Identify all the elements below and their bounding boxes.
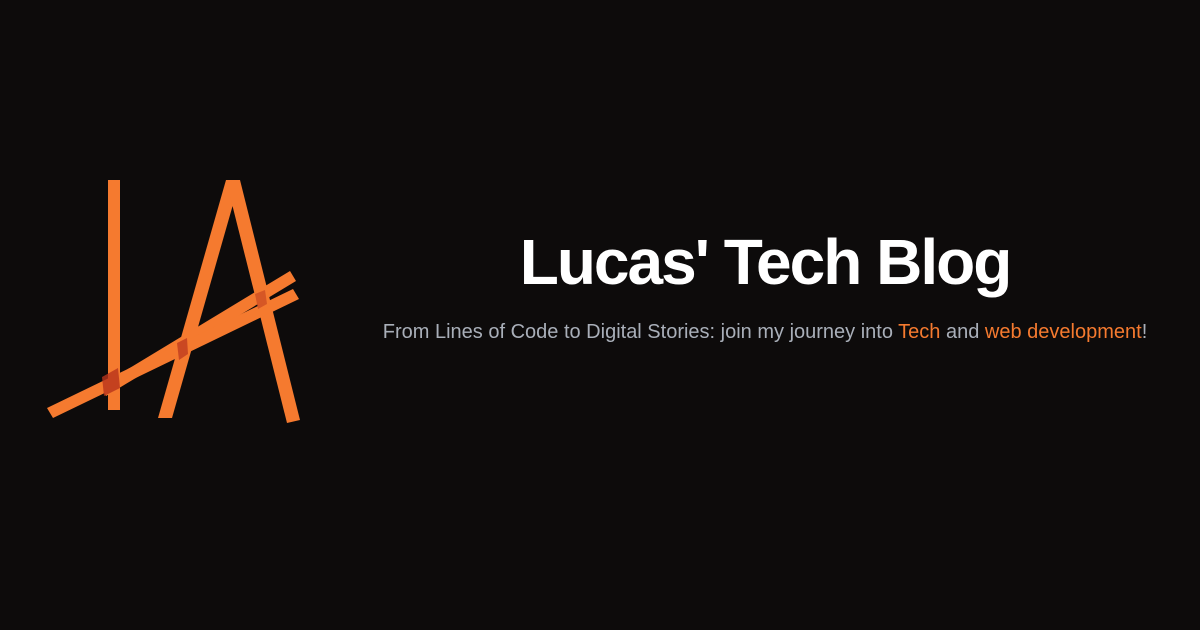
tagline: From Lines of Code to Digital Stories: j… bbox=[380, 316, 1150, 348]
tagline-text-and: and bbox=[940, 321, 985, 343]
la-monogram-logo bbox=[47, 180, 300, 423]
tagline-highlight-tech: Tech bbox=[898, 321, 941, 343]
page-title: Lucas' Tech Blog bbox=[519, 226, 1013, 298]
og-card: Lucas' Tech Blog From Lines of Code to D… bbox=[0, 0, 1200, 630]
hero-text: Lucas' Tech Blog From Lines of Code to D… bbox=[380, 222, 1150, 348]
tagline-end: ! bbox=[1141, 321, 1148, 343]
tagline-text: From Lines of Code to Digital Stories: j… bbox=[382, 321, 899, 343]
tagline-highlight-web-development: web development bbox=[984, 321, 1142, 343]
